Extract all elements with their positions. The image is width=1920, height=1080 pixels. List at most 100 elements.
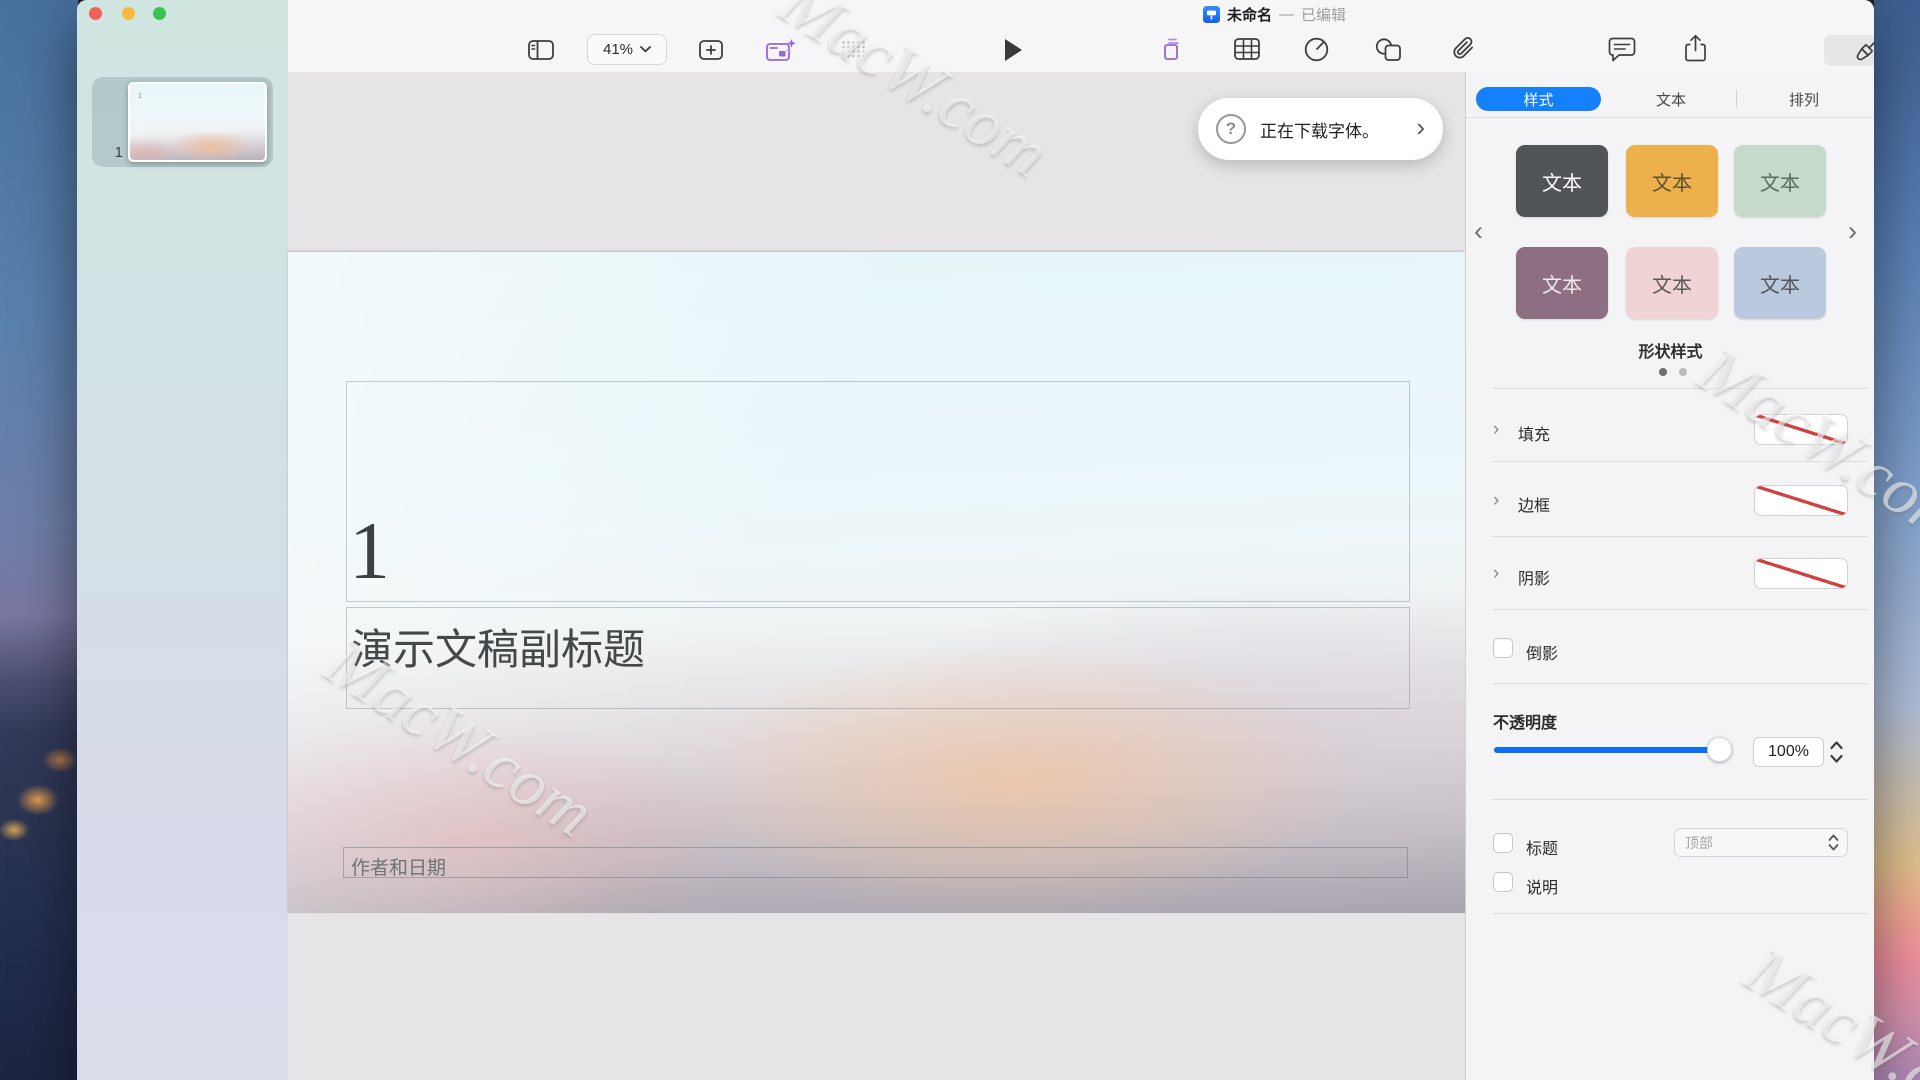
tab-style[interactable]: 样式 xyxy=(1476,87,1601,111)
separator xyxy=(1493,913,1868,914)
swatch-label: 文本 xyxy=(1542,269,1582,298)
opacity-slider-track[interactable] xyxy=(1494,747,1720,753)
toolbar: 未命名 — 已编辑 41% xyxy=(288,0,1874,73)
title-label: 标题 xyxy=(1526,835,1558,859)
grid-dots-icon[interactable] xyxy=(841,40,868,61)
disclosure-icon[interactable]: › xyxy=(1493,564,1499,583)
stepper-updown-icon xyxy=(1828,833,1839,852)
disclosure-icon[interactable]: › xyxy=(1493,491,1499,510)
shape-styles-heading: 形状样式 xyxy=(1466,338,1874,362)
separator xyxy=(1493,461,1868,462)
paperclip-icon[interactable] xyxy=(1451,36,1476,62)
border-none-swatch[interactable] xyxy=(1754,485,1848,516)
slide-number: 1 xyxy=(107,144,123,161)
disclosure-icon[interactable]: › xyxy=(1493,420,1499,439)
tab-text-label: 文本 xyxy=(1656,89,1686,110)
slide-canvas-area: 1 演示文稿副标题 作者和日期 ? 正在下载字体。 › xyxy=(288,72,1465,1080)
font-download-notification[interactable]: ? 正在下载字体。 › xyxy=(1198,98,1443,160)
swatch-label: 文本 xyxy=(1652,269,1692,298)
slide-title-box[interactable]: 1 xyxy=(346,381,1410,602)
title-checkbox[interactable] xyxy=(1493,833,1513,853)
reflection-label: 倒影 xyxy=(1526,640,1558,664)
border-row[interactable]: › 边框 xyxy=(1493,485,1853,517)
fill-label: 填充 xyxy=(1518,421,1550,445)
share-icon[interactable] xyxy=(1684,34,1707,63)
window-title: 未命名 xyxy=(1227,4,1272,25)
thumb-mini-number: 1 xyxy=(138,93,142,100)
slide-author-box[interactable]: 作者和日期 xyxy=(343,847,1408,878)
style-swatch[interactable]: 文本 xyxy=(1734,247,1826,319)
opacity-value-field[interactable]: 100% xyxy=(1753,737,1824,767)
title-separator: — xyxy=(1279,6,1294,23)
chevron-right-icon[interactable]: › xyxy=(1416,114,1425,144)
fill-none-swatch[interactable] xyxy=(1754,414,1848,445)
shadow-none-swatch[interactable] xyxy=(1754,558,1848,589)
tab-arrange[interactable]: 排列 xyxy=(1749,87,1859,111)
view-sidebar-toggle-icon[interactable] xyxy=(528,40,554,60)
chart-icon[interactable] xyxy=(1304,37,1329,62)
slide-title-text: 1 xyxy=(349,510,390,592)
chevron-down-icon xyxy=(640,46,651,53)
keynote-window: 1 1 未命名 xyxy=(77,0,1874,1080)
shadow-row[interactable]: › 阴影 xyxy=(1493,558,1853,590)
separator xyxy=(1493,388,1868,389)
carousel-page-dot[interactable] xyxy=(1679,368,1687,376)
swatch-label: 文本 xyxy=(1760,167,1800,196)
play-icon[interactable] xyxy=(1005,39,1022,61)
format-inspector: 样式 文本 排列 ‹ › 文本 文本 文本 文本 文本 文本 形状样式 xyxy=(1465,72,1874,1080)
reflection-checkbox[interactable] xyxy=(1493,638,1513,658)
add-slide-icon[interactable] xyxy=(699,40,723,60)
carousel-page-dot-active[interactable] xyxy=(1659,368,1667,376)
edited-status: 已编辑 xyxy=(1301,4,1346,25)
zoom-level-value: 41% xyxy=(603,41,633,58)
comment-icon[interactable] xyxy=(1608,37,1637,64)
slide[interactable]: 1 演示文稿副标题 作者和日期 xyxy=(288,252,1465,913)
slide-thumbnail-preview: 1 xyxy=(130,84,265,160)
separator xyxy=(1493,536,1868,537)
question-glyph: ? xyxy=(1226,119,1236,139)
format-button[interactable] xyxy=(1824,35,1874,66)
paintbrush-icon xyxy=(1851,36,1874,66)
zoom-level-dropdown[interactable]: 41% xyxy=(587,34,667,65)
border-label: 边框 xyxy=(1518,492,1550,516)
text-box-icon[interactable] xyxy=(1161,36,1183,64)
opacity-slider-knob[interactable] xyxy=(1707,737,1732,762)
title-position-dropdown[interactable]: 顶部 xyxy=(1674,828,1848,857)
caption-label: 说明 xyxy=(1526,874,1558,898)
style-swatch[interactable]: 文本 xyxy=(1516,247,1608,319)
tab-text[interactable]: 文本 xyxy=(1616,87,1726,111)
slide-thumbnail[interactable]: 1 xyxy=(128,82,267,162)
shapes-icon[interactable] xyxy=(1375,37,1402,62)
opacity-stepper[interactable] xyxy=(1829,738,1844,766)
caption-checkbox[interactable] xyxy=(1493,872,1513,892)
slide-subtitle-text: 演示文稿副标题 xyxy=(351,616,645,677)
slide-author-text: 作者和日期 xyxy=(351,853,446,880)
magic-slide-icon[interactable] xyxy=(766,38,797,63)
style-swatch[interactable]: 文本 xyxy=(1734,145,1826,217)
keynote-app-icon xyxy=(1203,6,1220,23)
title-position-value: 顶部 xyxy=(1685,833,1713,853)
table-icon[interactable] xyxy=(1234,38,1260,60)
style-swatch[interactable]: 文本 xyxy=(1626,247,1718,319)
carousel-prev-icon[interactable]: ‹ xyxy=(1474,218,1483,245)
fill-row[interactable]: › 填充 xyxy=(1493,414,1853,446)
minimize-button[interactable] xyxy=(122,7,135,20)
carousel-next-icon[interactable]: › xyxy=(1848,218,1857,245)
swatch-label: 文本 xyxy=(1652,167,1692,196)
swatch-label: 文本 xyxy=(1542,167,1582,196)
separator xyxy=(1493,799,1868,800)
separator xyxy=(1493,609,1868,610)
slide-navigator: 1 1 xyxy=(77,0,289,1080)
zoom-window-button[interactable] xyxy=(153,7,166,20)
style-swatch[interactable]: 文本 xyxy=(1516,145,1608,217)
close-button[interactable] xyxy=(89,7,102,20)
desktop-wallpaper-right xyxy=(1874,0,1920,1080)
tab-arrange-label: 排列 xyxy=(1789,89,1819,110)
notification-text: 正在下载字体。 xyxy=(1260,117,1379,142)
style-swatch[interactable]: 文本 xyxy=(1626,145,1718,217)
slide-subtitle-box[interactable]: 演示文稿副标题 xyxy=(346,607,1410,709)
opacity-value: 100% xyxy=(1768,743,1809,761)
swatch-label: 文本 xyxy=(1760,269,1800,298)
tabs-divider-line xyxy=(1466,117,1874,118)
help-question-icon: ? xyxy=(1216,114,1246,144)
